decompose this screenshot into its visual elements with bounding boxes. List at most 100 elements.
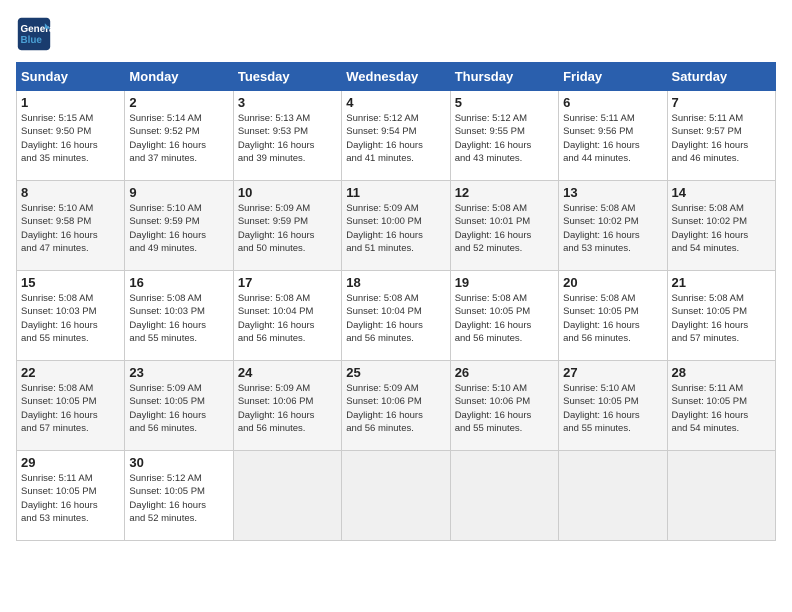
day-info: Sunrise: 5:12 AM Sunset: 9:54 PM Dayligh…	[346, 112, 445, 165]
day-info: Sunrise: 5:08 AM Sunset: 10:05 PM Daylig…	[672, 292, 771, 345]
calendar-cell: 19 Sunrise: 5:08 AM Sunset: 10:05 PM Dayl…	[450, 271, 558, 361]
calendar-table: SundayMondayTuesdayWednesdayThursdayFrid…	[16, 62, 776, 541]
day-info: Sunrise: 5:08 AM Sunset: 10:03 PM Daylig…	[21, 292, 120, 345]
day-number: 26	[455, 365, 554, 380]
weekday-header: Thursday	[450, 63, 558, 91]
day-info: Sunrise: 5:11 AM Sunset: 10:05 PM Daylig…	[21, 472, 120, 525]
day-number: 1	[21, 95, 120, 110]
calendar-cell	[667, 451, 775, 541]
calendar-cell: 1 Sunrise: 5:15 AM Sunset: 9:50 PM Daylig…	[17, 91, 125, 181]
logo-icon: General Blue	[16, 16, 52, 52]
day-number: 6	[563, 95, 662, 110]
day-info: Sunrise: 5:08 AM Sunset: 10:04 PM Daylig…	[238, 292, 337, 345]
calendar-cell	[233, 451, 341, 541]
weekday-header: Sunday	[17, 63, 125, 91]
day-number: 27	[563, 365, 662, 380]
calendar-cell: 13 Sunrise: 5:08 AM Sunset: 10:02 PM Dayl…	[559, 181, 667, 271]
day-info: Sunrise: 5:10 AM Sunset: 10:06 PM Daylig…	[455, 382, 554, 435]
day-info: Sunrise: 5:08 AM Sunset: 10:05 PM Daylig…	[563, 292, 662, 345]
logo: General Blue	[16, 16, 56, 52]
day-info: Sunrise: 5:15 AM Sunset: 9:50 PM Dayligh…	[21, 112, 120, 165]
day-number: 17	[238, 275, 337, 290]
calendar-cell: 14Sunrise: 5:08 AM Sunset: 10:02 PM Dayl…	[667, 181, 775, 271]
day-info: Sunrise: 5:09 AM Sunset: 9:59 PM Dayligh…	[238, 202, 337, 255]
weekday-header: Friday	[559, 63, 667, 91]
day-number: 24	[238, 365, 337, 380]
calendar-cell: 5 Sunrise: 5:12 AM Sunset: 9:55 PM Daylig…	[450, 91, 558, 181]
calendar-cell: 30 Sunrise: 5:12 AM Sunset: 10:05 PM Dayl…	[125, 451, 233, 541]
day-info: Sunrise: 5:09 AM Sunset: 10:05 PM Daylig…	[129, 382, 228, 435]
calendar-cell: 28 Sunrise: 5:11 AM Sunset: 10:05 PM Dayl…	[667, 361, 775, 451]
day-info: Sunrise: 5:12 AM Sunset: 10:05 PM Daylig…	[129, 472, 228, 525]
day-info: Sunrise: 5:11 AM Sunset: 10:05 PM Daylig…	[672, 382, 771, 435]
day-number: 5	[455, 95, 554, 110]
calendar-cell: 22Sunrise: 5:08 AM Sunset: 10:05 PM Dayl…	[17, 361, 125, 451]
calendar-cell: 9 Sunrise: 5:10 AM Sunset: 9:59 PM Daylig…	[125, 181, 233, 271]
day-number: 23	[129, 365, 228, 380]
calendar-cell: 17 Sunrise: 5:08 AM Sunset: 10:04 PM Dayl…	[233, 271, 341, 361]
day-info: Sunrise: 5:14 AM Sunset: 9:52 PM Dayligh…	[129, 112, 228, 165]
day-number: 20	[563, 275, 662, 290]
calendar-cell: 25 Sunrise: 5:09 AM Sunset: 10:06 PM Dayl…	[342, 361, 450, 451]
calendar-cell: 26 Sunrise: 5:10 AM Sunset: 10:06 PM Dayl…	[450, 361, 558, 451]
calendar-cell: 8Sunrise: 5:10 AM Sunset: 9:58 PM Daylig…	[17, 181, 125, 271]
day-info: Sunrise: 5:08 AM Sunset: 10:05 PM Daylig…	[21, 382, 120, 435]
day-info: Sunrise: 5:11 AM Sunset: 9:57 PM Dayligh…	[672, 112, 771, 165]
calendar-cell: 15 Sunrise: 5:08 AM Sunset: 10:03 PM Dayl…	[17, 271, 125, 361]
calendar-cell: 20 Sunrise: 5:08 AM Sunset: 10:05 PM Dayl…	[559, 271, 667, 361]
day-info: Sunrise: 5:13 AM Sunset: 9:53 PM Dayligh…	[238, 112, 337, 165]
day-number: 2	[129, 95, 228, 110]
day-number: 28	[672, 365, 771, 380]
calendar-cell: 12 Sunrise: 5:08 AM Sunset: 10:01 PM Dayl…	[450, 181, 558, 271]
day-info: Sunrise: 5:09 AM Sunset: 10:00 PM Daylig…	[346, 202, 445, 255]
day-info: Sunrise: 5:11 AM Sunset: 9:56 PM Dayligh…	[563, 112, 662, 165]
calendar-cell: 23 Sunrise: 5:09 AM Sunset: 10:05 PM Dayl…	[125, 361, 233, 451]
calendar-cell	[559, 451, 667, 541]
day-number: 18	[346, 275, 445, 290]
day-number: 16	[129, 275, 228, 290]
calendar-cell: 27 Sunrise: 5:10 AM Sunset: 10:05 PM Dayl…	[559, 361, 667, 451]
day-info: Sunrise: 5:10 AM Sunset: 9:59 PM Dayligh…	[129, 202, 228, 255]
day-info: Sunrise: 5:09 AM Sunset: 10:06 PM Daylig…	[346, 382, 445, 435]
day-info: Sunrise: 5:08 AM Sunset: 10:03 PM Daylig…	[129, 292, 228, 345]
day-number: 9	[129, 185, 228, 200]
weekday-header: Monday	[125, 63, 233, 91]
day-number: 10	[238, 185, 337, 200]
calendar-cell: 16 Sunrise: 5:08 AM Sunset: 10:03 PM Dayl…	[125, 271, 233, 361]
calendar-cell: 6 Sunrise: 5:11 AM Sunset: 9:56 PM Daylig…	[559, 91, 667, 181]
calendar-cell: 4 Sunrise: 5:12 AM Sunset: 9:54 PM Daylig…	[342, 91, 450, 181]
day-number: 19	[455, 275, 554, 290]
calendar-cell: 2 Sunrise: 5:14 AM Sunset: 9:52 PM Daylig…	[125, 91, 233, 181]
day-number: 25	[346, 365, 445, 380]
day-number: 30	[129, 455, 228, 470]
calendar-cell: 24 Sunrise: 5:09 AM Sunset: 10:06 PM Dayl…	[233, 361, 341, 451]
calendar-cell: 21 Sunrise: 5:08 AM Sunset: 10:05 PM Dayl…	[667, 271, 775, 361]
calendar-cell: 7Sunrise: 5:11 AM Sunset: 9:57 PM Daylig…	[667, 91, 775, 181]
calendar-cell: 10 Sunrise: 5:09 AM Sunset: 9:59 PM Dayli…	[233, 181, 341, 271]
calendar-cell: 3 Sunrise: 5:13 AM Sunset: 9:53 PM Daylig…	[233, 91, 341, 181]
day-info: Sunrise: 5:08 AM Sunset: 10:04 PM Daylig…	[346, 292, 445, 345]
day-number: 12	[455, 185, 554, 200]
calendar-cell: 18 Sunrise: 5:08 AM Sunset: 10:04 PM Dayl…	[342, 271, 450, 361]
day-info: Sunrise: 5:09 AM Sunset: 10:06 PM Daylig…	[238, 382, 337, 435]
calendar-cell	[450, 451, 558, 541]
day-number: 4	[346, 95, 445, 110]
calendar-cell	[342, 451, 450, 541]
day-info: Sunrise: 5:10 AM Sunset: 9:58 PM Dayligh…	[21, 202, 120, 255]
day-info: Sunrise: 5:12 AM Sunset: 9:55 PM Dayligh…	[455, 112, 554, 165]
svg-text:Blue: Blue	[21, 35, 43, 46]
day-info: Sunrise: 5:08 AM Sunset: 10:02 PM Daylig…	[563, 202, 662, 255]
day-number: 14	[672, 185, 771, 200]
header: General Blue	[16, 16, 776, 52]
day-info: Sunrise: 5:08 AM Sunset: 10:01 PM Daylig…	[455, 202, 554, 255]
day-number: 29	[21, 455, 120, 470]
calendar-cell: 11Sunrise: 5:09 AM Sunset: 10:00 PM Dayl…	[342, 181, 450, 271]
day-info: Sunrise: 5:10 AM Sunset: 10:05 PM Daylig…	[563, 382, 662, 435]
day-number: 21	[672, 275, 771, 290]
calendar-cell: 29 Sunrise: 5:11 AM Sunset: 10:05 PM Dayl…	[17, 451, 125, 541]
day-info: Sunrise: 5:08 AM Sunset: 10:05 PM Daylig…	[455, 292, 554, 345]
day-number: 15	[21, 275, 120, 290]
day-number: 3	[238, 95, 337, 110]
weekday-header: Saturday	[667, 63, 775, 91]
day-number: 13	[563, 185, 662, 200]
